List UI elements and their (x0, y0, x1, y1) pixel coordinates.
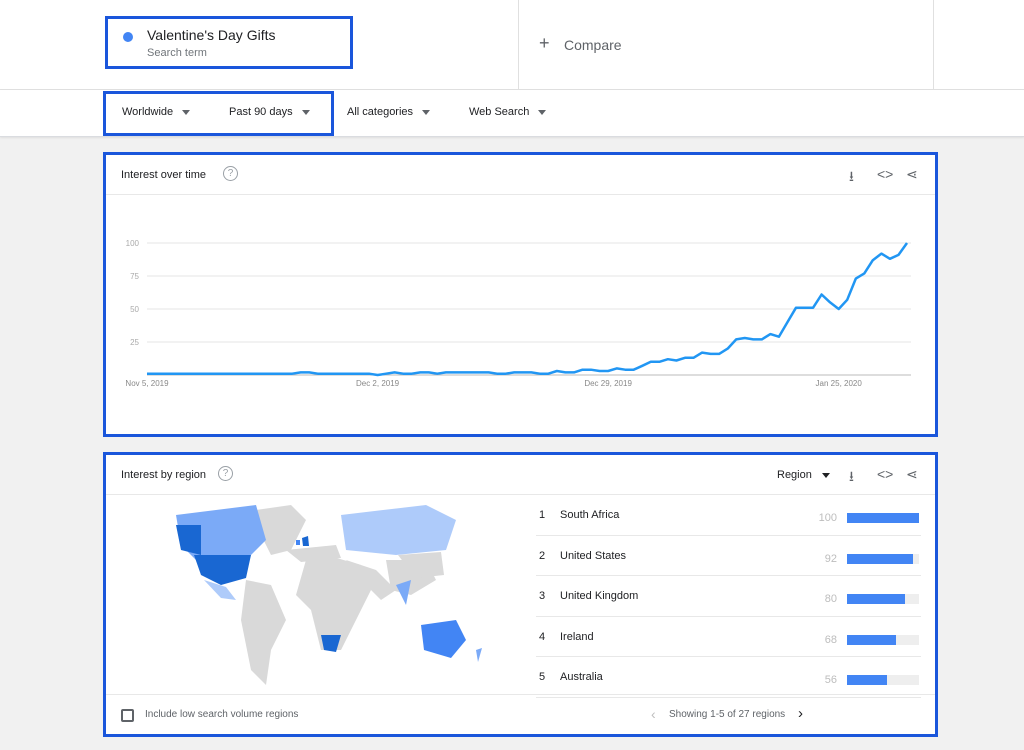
region-name: United States (560, 549, 627, 562)
share-icon[interactable]: ⋖ (906, 166, 918, 183)
card-title: Interest by region (121, 469, 206, 481)
download-icon[interactable]: ⭳ (849, 166, 854, 190)
prev-page-icon[interactable]: ‹ (651, 706, 656, 722)
interest-by-region-card: Interest by region ? Region ⭳ <> ⋖ 1 Sout… (103, 452, 938, 737)
compare-button[interactable]: + Compare (518, 0, 934, 90)
region-name: Australia (560, 671, 603, 683)
region-row[interactable]: 4 Ireland 68 (536, 617, 921, 657)
region-row[interactable]: 2 United States 92 (536, 536, 921, 576)
new-zealand (476, 648, 482, 662)
region-name: Ireland (560, 630, 594, 643)
caret-down-icon (182, 109, 191, 115)
header: Valentine's Day Gifts Search term + Comp… (0, 0, 1024, 90)
region-bar-track (847, 675, 919, 685)
time-dropdown[interactable]: Past 90 days (229, 106, 310, 118)
search-type-dropdown[interactable]: Web Search (469, 106, 547, 118)
region-rank: 3 (539, 590, 546, 602)
greenland (256, 505, 306, 555)
region-list: 1 South Africa 100 2 United States 92 3 United … (536, 495, 921, 698)
include-low-volume-label: Include low search volume regions (145, 709, 299, 720)
download-icon[interactable]: ⭳ (849, 466, 854, 490)
south-america (241, 580, 286, 685)
region-rank: 4 (539, 630, 546, 643)
region-row[interactable]: 3 United Kingdom 80 (536, 576, 921, 617)
region-bar-fill (847, 675, 888, 685)
include-low-volume-checkbox[interactable] (121, 709, 134, 722)
region-rank: 2 (539, 549, 546, 562)
share-icon[interactable]: ⋖ (906, 466, 918, 483)
region-name: South Africa (560, 509, 620, 521)
help-icon[interactable]: ? (223, 166, 238, 181)
search-term-type: Search term (147, 47, 207, 59)
region-rank: 5 (539, 671, 546, 683)
y-tick-label: 50 (130, 305, 139, 314)
region-bar-track (847, 513, 919, 523)
x-tick-label: Jan 25, 2020 (816, 379, 863, 388)
alaska (176, 525, 201, 555)
region-rank: 1 (539, 509, 546, 521)
region-name: United Kingdom (560, 590, 639, 602)
line-chart: 100 75 50 25 Nov 5, 2019 Dec 2, 2019 Dec 29, 2… (125, 239, 911, 388)
united-kingdom (302, 536, 309, 546)
region-value: 92 (824, 552, 837, 565)
compare-label: Compare (564, 37, 622, 53)
next-page-icon[interactable]: › (798, 705, 803, 722)
geo-dropdown[interactable]: Worldwide (122, 106, 191, 118)
category-dropdown[interactable]: All categories (347, 106, 431, 118)
term-color-dot (123, 32, 133, 42)
caret-down-icon (422, 109, 431, 115)
region-value: 100 (818, 512, 837, 524)
x-tick-label: Dec 29, 2019 (584, 379, 632, 388)
region-bar-fill (847, 513, 919, 523)
region-bar-fill (847, 594, 905, 604)
filter-bar: Worldwide Past 90 days All categories We… (0, 90, 1024, 137)
world-map[interactable] (126, 500, 526, 700)
region-bar-fill (847, 553, 914, 564)
caret-down-icon (821, 472, 830, 478)
search-term-card[interactable]: Valentine's Day Gifts Search term (105, 16, 353, 69)
region-bar-track (847, 594, 919, 604)
code-icon[interactable]: <> (877, 166, 893, 182)
russia (341, 505, 456, 555)
region-selector[interactable]: Region (777, 469, 830, 481)
caret-down-icon (301, 109, 310, 115)
region-bar-fill (847, 634, 896, 645)
help-icon[interactable]: ? (218, 466, 233, 481)
australia (421, 620, 466, 658)
interest-over-time-card: Interest over time ? ⭳ <> ⋖ 100 75 50 25 Nov… (103, 152, 938, 437)
ireland (296, 540, 300, 545)
y-tick-label: 25 (130, 338, 139, 347)
plus-icon: + (539, 33, 550, 53)
code-icon[interactable]: <> (877, 466, 893, 482)
y-tick-label: 75 (130, 272, 139, 281)
region-row[interactable]: 5 Australia 56 (536, 657, 921, 698)
region-value: 68 (824, 633, 837, 646)
united-states (194, 555, 251, 585)
region-bar-track (847, 553, 919, 564)
search-term: Valentine's Day Gifts (147, 27, 276, 43)
y-tick-label: 100 (126, 239, 140, 248)
x-tick-label: Dec 2, 2019 (356, 379, 400, 388)
x-tick-label: Nov 5, 2019 (125, 379, 169, 388)
caret-down-icon (538, 109, 547, 115)
pagination-text: Showing 1-5 of 27 regions (669, 709, 786, 720)
region-row[interactable]: 1 South Africa 100 (536, 495, 921, 536)
region-value: 80 (824, 593, 837, 605)
region-value: 56 (824, 674, 837, 686)
card-title: Interest over time (121, 169, 206, 181)
region-bar-track (847, 634, 919, 645)
